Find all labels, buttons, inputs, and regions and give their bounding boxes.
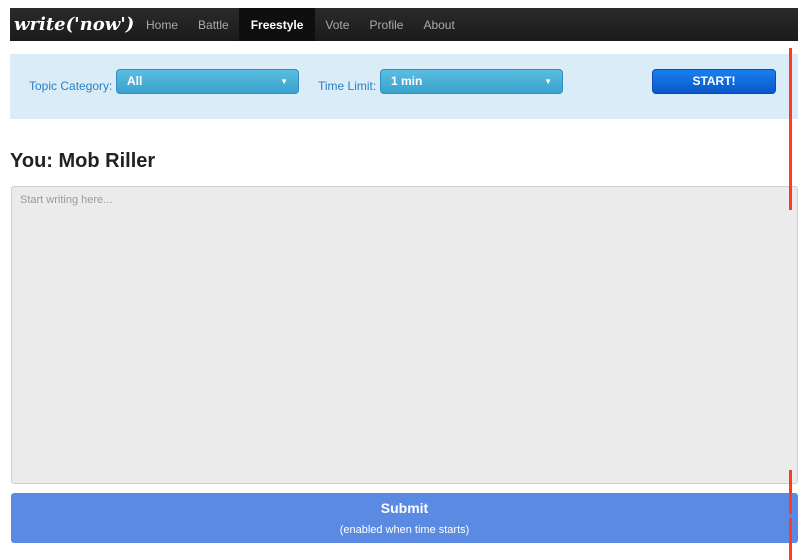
submit-note: (enabled when time starts) <box>339 524 470 536</box>
brand-suffix: ('now') <box>65 14 135 35</box>
writing-textarea[interactable] <box>11 186 798 484</box>
red-marker-bottom <box>789 470 792 514</box>
nav-freestyle[interactable]: Freestyle <box>238 8 316 41</box>
nav-home[interactable]: Home <box>136 8 188 41</box>
topic-category-value: All <box>127 74 143 88</box>
player-title: You: Mob Riller <box>10 150 156 172</box>
time-limit-select[interactable]: 1 min ▼ <box>380 69 563 94</box>
top-navbar: write('now') Home Battle Freestyle Vote … <box>10 8 798 41</box>
nav-about[interactable]: About <box>413 8 464 41</box>
time-limit-label: Time Limit: <box>318 79 377 93</box>
topic-category-select[interactable]: All ▼ <box>116 69 299 94</box>
nav-profile[interactable]: Profile <box>359 8 413 41</box>
nav-battle[interactable]: Battle <box>188 8 239 41</box>
red-marker-lower <box>789 518 792 560</box>
brand-prefix: write <box>14 14 66 35</box>
submit-label: Submit <box>380 500 429 516</box>
topic-category-label: Topic Category: <box>29 79 113 93</box>
start-button[interactable]: START! <box>652 69 776 94</box>
brand-logo[interactable]: write('now') <box>10 14 136 35</box>
submit-button[interactable]: Submit (enabled when time starts) <box>11 493 798 543</box>
chevron-down-icon: ▼ <box>280 77 288 86</box>
nav-vote[interactable]: Vote <box>315 8 359 41</box>
chevron-down-icon: ▼ <box>544 77 552 86</box>
red-marker-top <box>789 48 792 210</box>
time-limit-value: 1 min <box>391 74 423 88</box>
game-settings-bar: Topic Category: All ▼ Time Limit: 1 min … <box>10 54 798 119</box>
